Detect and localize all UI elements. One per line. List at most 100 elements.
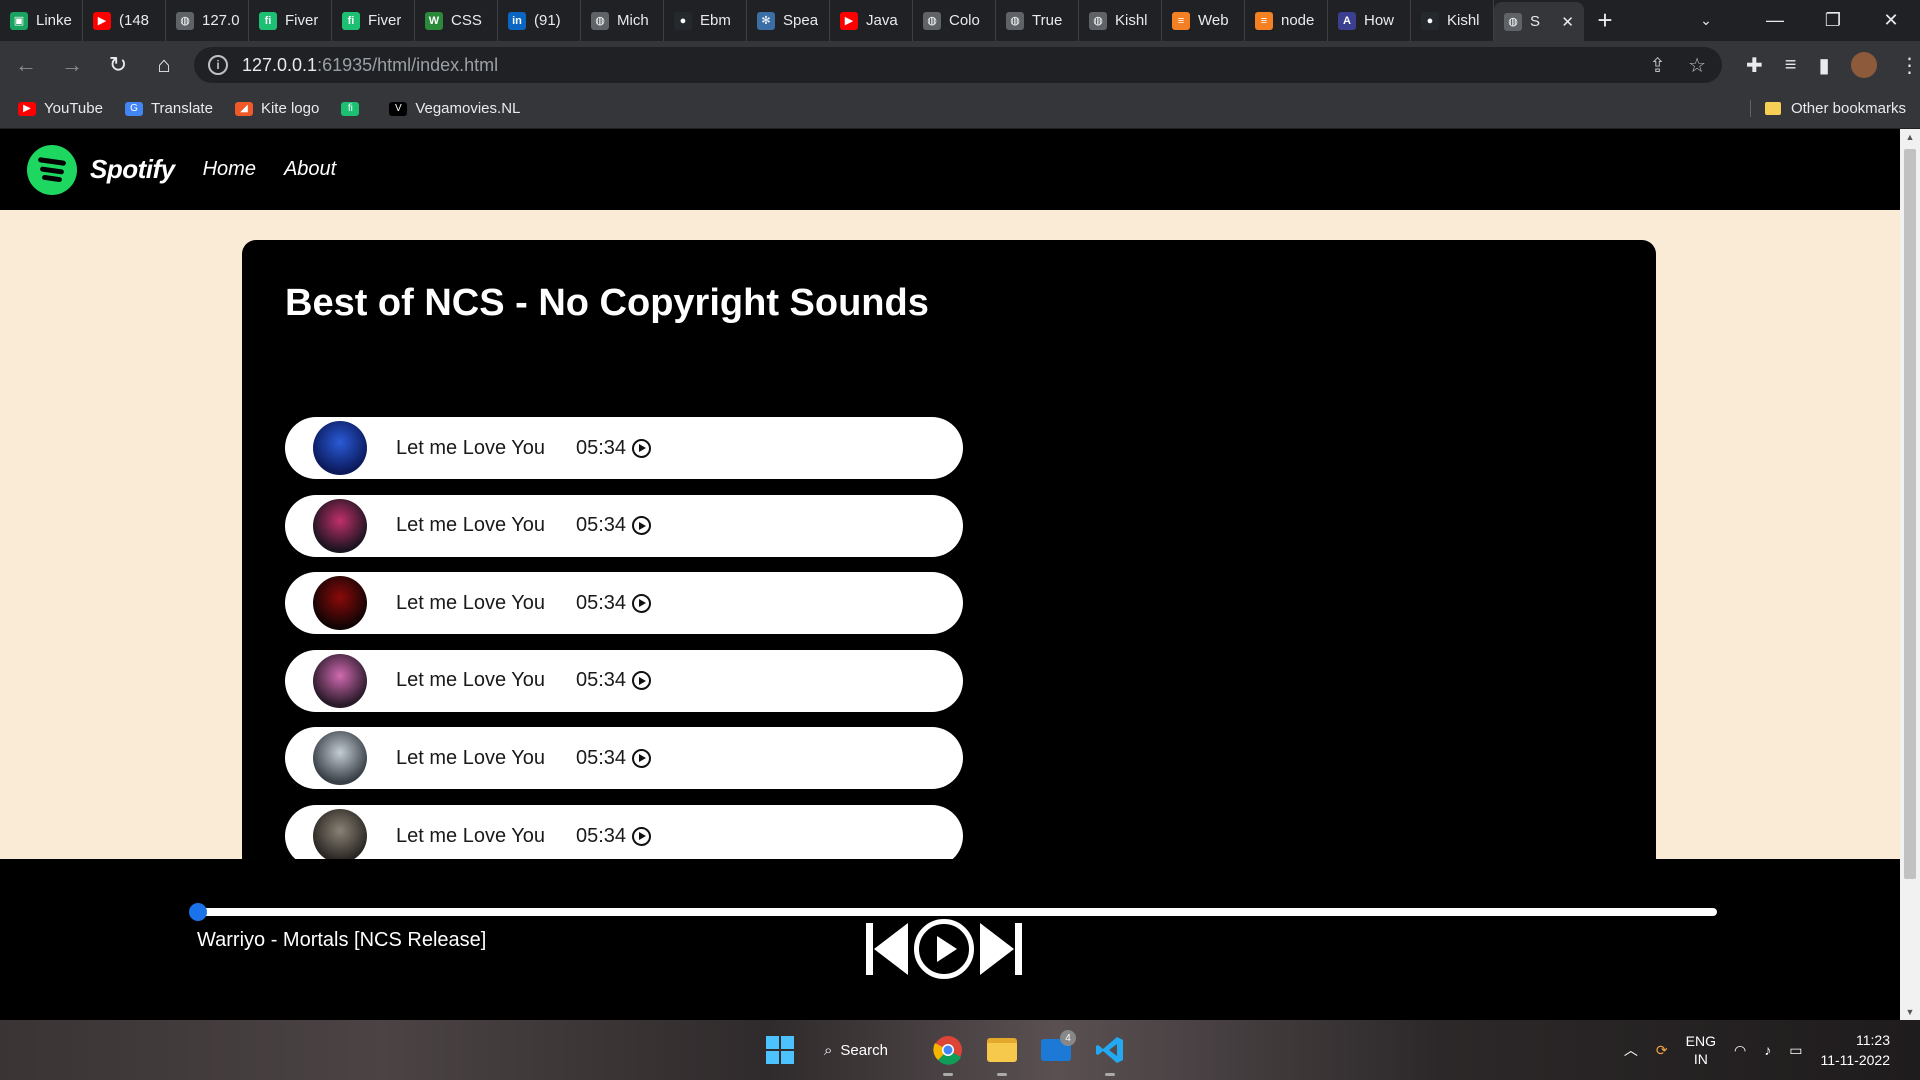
minimize-button[interactable]: — xyxy=(1746,0,1804,41)
extensions-icon[interactable]: ✚ xyxy=(1746,53,1763,78)
tab-title: Spea xyxy=(783,12,819,29)
next-track-button[interactable] xyxy=(980,921,1022,977)
tab-item[interactable]: fi Fiver xyxy=(332,0,415,41)
favicon-icon: ≡ xyxy=(1255,11,1273,30)
reload-button[interactable]: ↻ xyxy=(98,45,138,85)
file-explorer-icon[interactable] xyxy=(982,1030,1022,1076)
profile-avatar[interactable] xyxy=(1851,52,1878,78)
mail-icon[interactable]: 4 xyxy=(1036,1030,1076,1070)
song-item[interactable]: Let me Love You 05:34 xyxy=(285,417,963,479)
tab-item[interactable]: A How xyxy=(1328,0,1411,41)
play-circle-icon[interactable] xyxy=(632,593,652,613)
mail-badge: 4 xyxy=(1060,1030,1076,1046)
battery-icon[interactable]: ▭ xyxy=(1789,1042,1802,1059)
tab-item[interactable]: ◍ True xyxy=(996,0,1079,41)
tab-title: Linke xyxy=(36,12,72,29)
back-button[interactable]: ← xyxy=(6,45,46,85)
tab-item[interactable]: ▶ (148 xyxy=(83,0,166,41)
song-item[interactable]: Let me Love You 05:34 xyxy=(285,727,963,790)
bookmark-icon: ◢ xyxy=(234,101,253,116)
tab-strip: ▣ Linke ▶ (148 ◍ 127.0 fi Fiver fi Fiver W CSS in (91… xyxy=(0,0,1920,41)
wifi-icon[interactable]: ◠ xyxy=(1734,1042,1746,1059)
tab-item[interactable]: ✻ Spea xyxy=(747,0,830,41)
scroll-up-icon[interactable]: ▲ xyxy=(1900,129,1920,145)
song-item[interactable]: Let me Love You 05:34 xyxy=(285,494,963,557)
bookmark-item[interactable]: fi xyxy=(341,100,367,117)
brand-name[interactable]: Spotify xyxy=(90,154,175,185)
bookmark-item[interactable]: ▶ YouTube xyxy=(18,100,103,117)
chrome-taskbar-icon[interactable] xyxy=(928,1030,968,1076)
close-tab-icon[interactable]: ✕ xyxy=(1561,13,1574,31)
new-tab-button[interactable]: + xyxy=(1584,0,1626,41)
song-item[interactable]: Let me Love You 05:34 xyxy=(285,572,963,635)
info-icon[interactable]: i xyxy=(208,55,228,75)
other-bookmarks[interactable]: Other bookmarks xyxy=(1749,100,1906,117)
bookmark-item[interactable]: G Translate xyxy=(124,100,213,117)
play-circle-icon[interactable] xyxy=(632,516,652,536)
play-button[interactable] xyxy=(914,919,974,979)
tab-title: node xyxy=(1281,12,1315,29)
song-duration: 05:34 xyxy=(576,436,627,459)
page-scrollbar[interactable]: ▲ ▼ xyxy=(1900,129,1920,1020)
media-controls-icon[interactable]: ≡ xyxy=(1785,54,1797,77)
bookmark-star-icon[interactable]: ☆ xyxy=(1688,53,1706,78)
restore-button[interactable]: ❐ xyxy=(1804,0,1862,41)
song-item[interactable]: Let me Love You 05:34 xyxy=(285,805,963,867)
side-panel-icon[interactable]: ▮ xyxy=(1818,53,1829,78)
progress-bar[interactable] xyxy=(189,903,1717,921)
play-circle-icon[interactable] xyxy=(632,748,652,768)
forward-button[interactable]: → xyxy=(52,45,92,85)
tab-list: ▣ Linke ▶ (148 ◍ 127.0 fi Fiver fi Fiver W CSS in (91… xyxy=(0,0,1494,41)
clock[interactable]: 11:23 11-11-2022 xyxy=(1820,1030,1890,1070)
chevron-up-icon[interactable]: ︿ xyxy=(1624,1040,1638,1060)
home-button[interactable]: ⌂ xyxy=(144,45,184,85)
tab-item[interactable]: ◍ 127.0 xyxy=(166,0,249,41)
scroll-down-icon[interactable]: ▼ xyxy=(1900,1004,1920,1020)
tab-item[interactable]: ◍ Kishl xyxy=(1079,0,1162,41)
song-cover xyxy=(313,576,367,631)
taskbar-search[interactable]: ⌕ Search xyxy=(814,1042,914,1059)
tab-item[interactable]: ≡ node xyxy=(1245,0,1328,41)
clock-time: 11:23 xyxy=(1856,1032,1890,1048)
menu-icon[interactable]: ⋮ xyxy=(1899,53,1919,78)
favicon-icon: ◍ xyxy=(923,11,941,30)
vscode-icon[interactable] xyxy=(1090,1030,1130,1076)
scrollbar-thumb[interactable] xyxy=(1904,149,1916,879)
sync-icon[interactable]: ⟳ xyxy=(1656,1042,1668,1059)
song-item[interactable]: Let me Love You 05:34 xyxy=(285,649,963,712)
tab-item[interactable]: ◍ Mich xyxy=(581,0,664,41)
start-button[interactable] xyxy=(760,1030,800,1070)
close-window-button[interactable]: ✕ xyxy=(1862,0,1920,41)
input-language[interactable]: ENG IN xyxy=(1686,1032,1716,1068)
previous-track-button[interactable] xyxy=(866,921,908,977)
play-circle-icon[interactable] xyxy=(632,438,652,458)
tab-item[interactable]: ≡ Web xyxy=(1162,0,1245,41)
search-icon: ⌕ xyxy=(824,1041,833,1059)
volume-icon[interactable]: ♪ xyxy=(1764,1042,1771,1058)
play-circle-icon[interactable] xyxy=(632,826,652,846)
tab-item[interactable]: in (91) xyxy=(498,0,581,41)
tab-title: S xyxy=(1530,13,1541,30)
tab-item[interactable]: ● Kishl xyxy=(1411,0,1494,41)
tab-title: Colo xyxy=(949,12,980,29)
play-circle-icon[interactable] xyxy=(632,671,652,691)
bookmark-item[interactable]: V Vegamovies.NL xyxy=(389,100,520,117)
nav-about[interactable]: About xyxy=(284,158,336,181)
progress-knob[interactable] xyxy=(189,903,207,921)
tab-item[interactable]: fi Fiver xyxy=(249,0,332,41)
share-icon[interactable]: ⇪ xyxy=(1649,53,1666,78)
tab-active[interactable]: ◍ S ✕ xyxy=(1494,2,1584,41)
tab-item[interactable]: ◍ Colo xyxy=(913,0,996,41)
tab-title: Kishl xyxy=(1115,12,1148,29)
address-bar[interactable]: i 127.0.0.1:61935/html/index.html ⇪ ☆ xyxy=(194,47,1722,83)
tab-item[interactable]: W CSS xyxy=(415,0,498,41)
tab-item[interactable]: ▶ Java xyxy=(830,0,913,41)
chevron-down-icon[interactable]: ⌄ xyxy=(1676,0,1736,41)
nav-home[interactable]: Home xyxy=(203,158,256,181)
windows-logo-icon xyxy=(766,1036,794,1064)
taskbar-search-label: Search xyxy=(840,1041,888,1059)
tab-item[interactable]: ● Ebm xyxy=(664,0,747,41)
tab-item[interactable]: ▣ Linke xyxy=(0,0,83,41)
bookmark-item[interactable]: ◢ Kite logo xyxy=(234,100,319,117)
spotify-logo-icon[interactable] xyxy=(27,144,77,195)
